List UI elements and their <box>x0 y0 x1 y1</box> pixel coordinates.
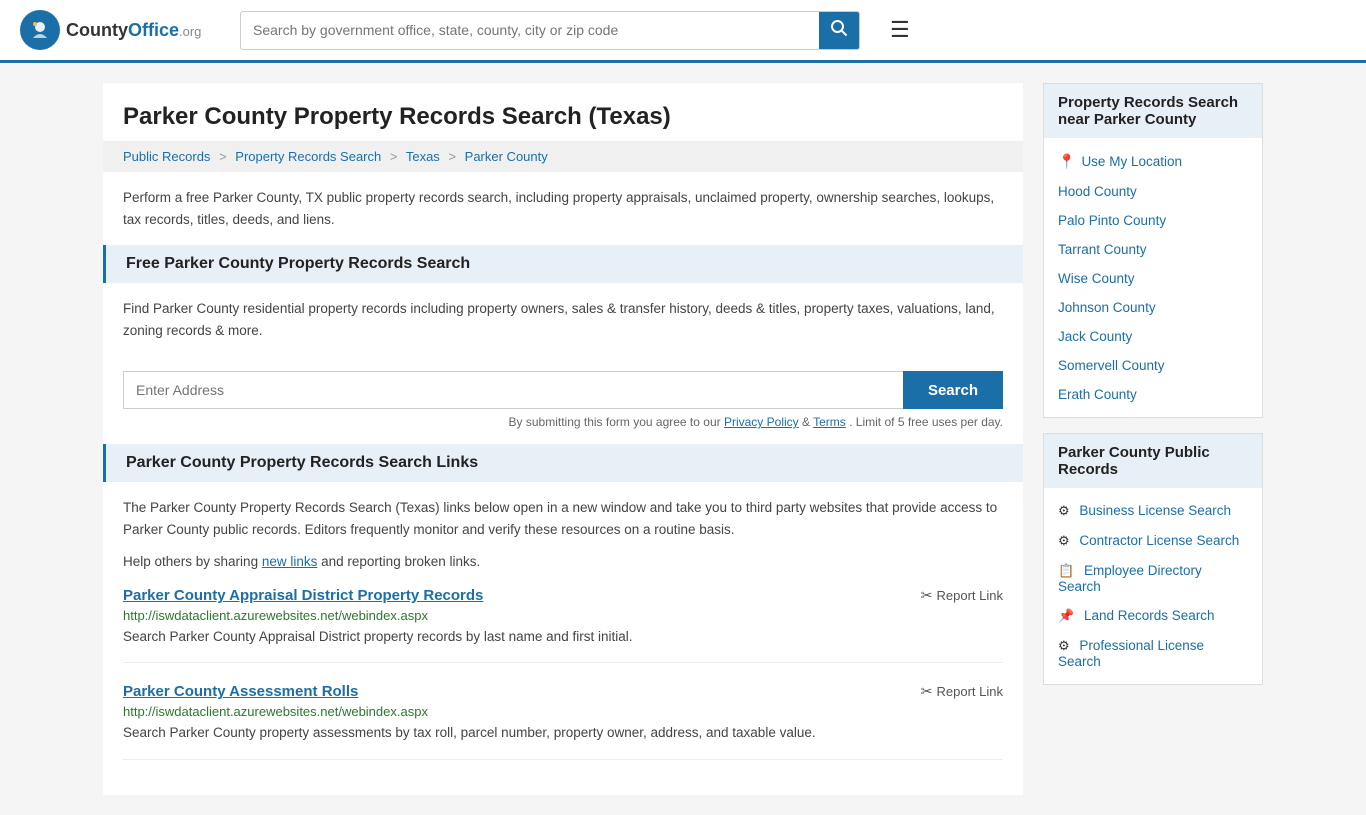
sidebar-item-wise-county[interactable]: Wise County <box>1044 264 1262 293</box>
address-search-form: Search By submitting this form you agree… <box>103 356 1023 444</box>
public-records-box: Parker County Public Records ⚙ Business … <box>1043 433 1263 685</box>
sidebar-item-palo-pinto-county[interactable]: Palo Pinto County <box>1044 206 1262 235</box>
breadcrumb-parker-county[interactable]: Parker County <box>465 149 548 164</box>
nearby-counties-box: Property Records Search near Parker Coun… <box>1043 83 1263 418</box>
record-url-2: http://iswdataclient.azurewebsites.net/w… <box>123 704 1003 719</box>
breadcrumb-property-records[interactable]: Property Records Search <box>235 149 381 164</box>
sidebar-item-land-records[interactable]: 📌 Land Records Search <box>1044 601 1262 631</box>
record-desc-2: Search Parker County property assessment… <box>123 723 1003 743</box>
employee-icon: 📋 <box>1058 563 1074 578</box>
form-note: By submitting this form you agree to our… <box>123 415 1003 429</box>
record-desc-1: Search Parker County Appraisal District … <box>123 627 1003 647</box>
global-search-bar[interactable] <box>240 11 860 50</box>
location-icon: 📍 <box>1058 153 1075 170</box>
terms-link[interactable]: Terms <box>813 415 846 429</box>
report-icon-1: ✂ <box>921 587 933 604</box>
nearby-counties-content: 📍 Use My Location Hood County Palo Pinto… <box>1044 138 1262 417</box>
use-my-location-link[interactable]: Use My Location <box>1081 154 1182 169</box>
logo-text: CountyOffice.org <box>66 20 201 41</box>
use-my-location-item[interactable]: 📍 Use My Location <box>1044 146 1262 177</box>
report-link-2[interactable]: ✂ Report Link <box>921 683 1003 700</box>
sidebar: Property Records Search near Parker Coun… <box>1043 83 1263 795</box>
sidebar-item-johnson-county[interactable]: Johnson County <box>1044 293 1262 322</box>
new-links-line: Help others by sharing new links and rep… <box>123 551 1003 573</box>
global-search-button[interactable] <box>819 12 859 49</box>
contractor-icon: ⚙ <box>1058 533 1070 548</box>
record-title-1: Parker County Appraisal District Propert… <box>123 587 483 604</box>
record-link-1[interactable]: Parker County Appraisal District Propert… <box>123 587 483 604</box>
sidebar-item-jack-county[interactable]: Jack County <box>1044 322 1262 351</box>
logo-area: CountyOffice.org <box>20 10 220 50</box>
free-search-header: Free Parker County Property Records Sear… <box>103 245 1023 283</box>
breadcrumb-texas[interactable]: Texas <box>406 149 440 164</box>
land-icon: 📌 <box>1058 608 1074 623</box>
free-search-desc: Find Parker County residential property … <box>103 283 1023 356</box>
new-links-link[interactable]: new links <box>262 554 318 569</box>
sidebar-item-business-license[interactable]: ⚙ Business License Search <box>1044 496 1262 526</box>
sidebar-item-somervell-county[interactable]: Somervell County <box>1044 351 1262 380</box>
report-icon-2: ✂ <box>921 683 933 700</box>
public-records-content: ⚙ Business License Search ⚙ Contractor L… <box>1044 488 1262 684</box>
page-title: Parker County Property Records Search (T… <box>103 83 1023 141</box>
sidebar-item-employee-directory[interactable]: 📋 Employee Directory Search <box>1044 556 1262 601</box>
links-section: The Parker County Property Records Searc… <box>103 482 1023 794</box>
record-url-1: http://iswdataclient.azurewebsites.net/w… <box>123 608 1003 623</box>
global-search-input[interactable] <box>241 14 819 46</box>
public-records-header: Parker County Public Records <box>1044 434 1262 488</box>
sidebar-item-hood-county[interactable]: Hood County <box>1044 177 1262 206</box>
site-header: CountyOffice.org ☰ <box>0 0 1366 63</box>
sidebar-item-contractor-license[interactable]: ⚙ Contractor License Search <box>1044 526 1262 556</box>
links-section-header: Parker County Property Records Search Li… <box>103 444 1023 482</box>
breadcrumb-public-records[interactable]: Public Records <box>123 149 210 164</box>
professional-icon: ⚙ <box>1058 638 1070 653</box>
page-container: Parker County Property Records Search (T… <box>83 63 1283 815</box>
record-link-2[interactable]: Parker County Assessment Rolls <box>123 683 358 700</box>
sidebar-item-professional-license[interactable]: ⚙ Professional License Search <box>1044 631 1262 676</box>
nearby-counties-header: Property Records Search near Parker Coun… <box>1044 84 1262 138</box>
record-item: Parker County Assessment Rolls ✂ Report … <box>123 683 1003 759</box>
links-desc: The Parker County Property Records Searc… <box>123 497 1003 540</box>
address-search-row: Search <box>123 371 1003 409</box>
address-input[interactable] <box>123 371 903 409</box>
address-search-button[interactable]: Search <box>903 371 1003 409</box>
privacy-policy-link[interactable]: Privacy Policy <box>724 415 799 429</box>
record-title-2: Parker County Assessment Rolls <box>123 683 358 700</box>
main-content: Parker County Property Records Search (T… <box>103 83 1023 795</box>
breadcrumb: Public Records > Property Records Search… <box>103 141 1023 172</box>
menu-button[interactable]: ☰ <box>890 17 910 43</box>
page-description: Perform a free Parker County, TX public … <box>103 172 1023 245</box>
report-link-1[interactable]: ✂ Report Link <box>921 587 1003 604</box>
record-item: Parker County Appraisal District Propert… <box>123 587 1003 663</box>
sidebar-item-tarrant-county[interactable]: Tarrant County <box>1044 235 1262 264</box>
sidebar-item-erath-county[interactable]: Erath County <box>1044 380 1262 409</box>
business-icon: ⚙ <box>1058 503 1070 518</box>
logo-icon <box>20 10 60 50</box>
